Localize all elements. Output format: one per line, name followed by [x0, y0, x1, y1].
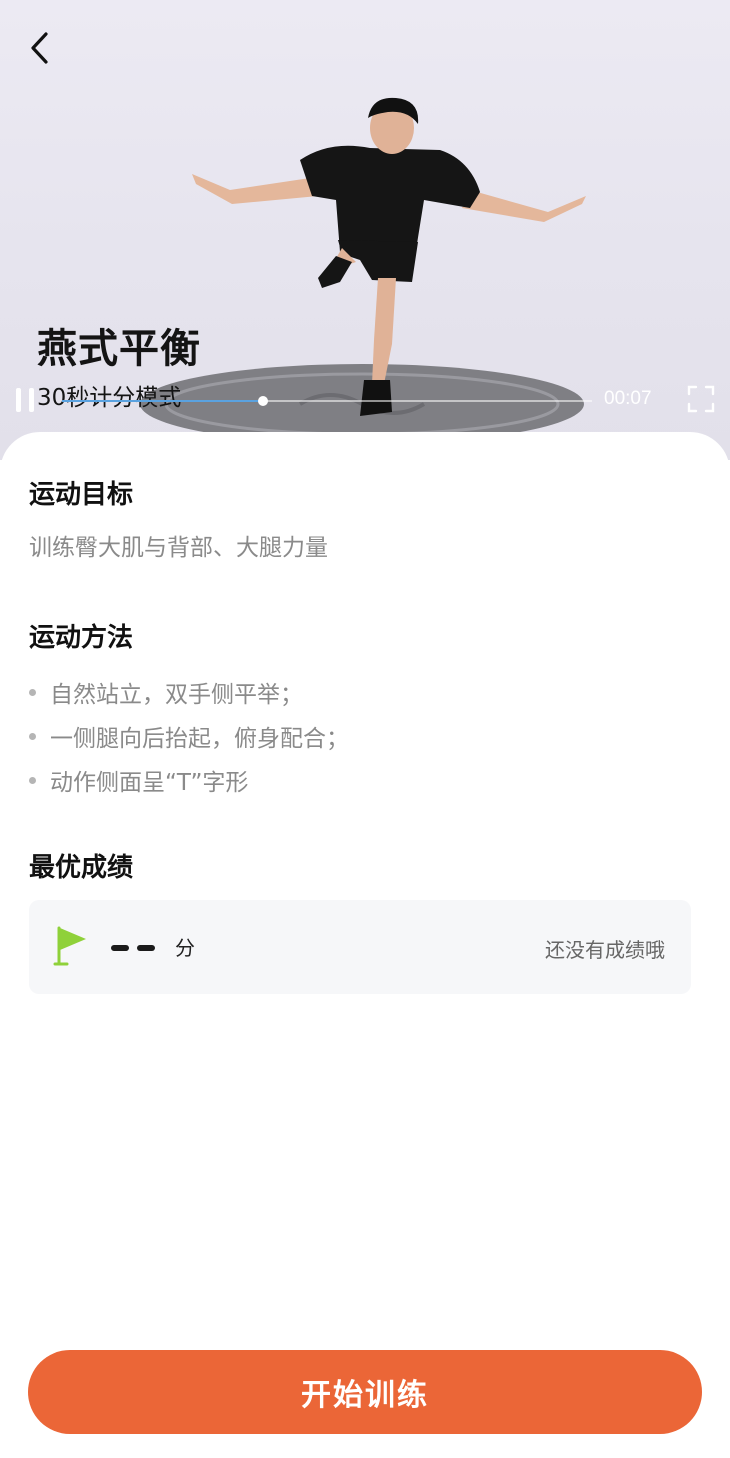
flag-icon	[53, 926, 86, 966]
method-item: 一侧腿向后抬起，俯身配合；	[29, 714, 349, 758]
content-sheet: 运动目标 训练臀大肌与背部、大腿力量 运动方法 自然站立，双手侧平举； 一侧腿向…	[0, 432, 730, 1458]
video-player[interactable]: 燕式平衡 30秒计分模式 00:07	[0, 0, 730, 460]
best-score-heading: 最优成绩	[29, 853, 134, 883]
goal-heading: 运动目标	[29, 480, 134, 510]
method-list: 自然站立，双手侧平举； 一侧腿向后抬起，俯身配合； 动作侧面呈“T”字形	[29, 670, 349, 802]
no-score-text: 还没有成绩哦	[545, 938, 665, 962]
method-item-text: 一侧腿向后抬起，俯身配合；	[50, 726, 349, 752]
progress-fill	[62, 400, 264, 402]
goal-text: 训练臀大肌与背部、大腿力量	[29, 535, 328, 561]
video-time: 00:07	[604, 388, 652, 409]
bullet-dot	[29, 732, 36, 740]
exercise-mode: 30秒计分模式	[37, 385, 182, 411]
pause-icon	[16, 388, 21, 412]
progress-bar[interactable]	[62, 396, 592, 406]
method-item-text: 自然站立，双手侧平举；	[50, 682, 303, 708]
pause-button[interactable]	[16, 386, 44, 414]
bullet-dot	[29, 688, 36, 696]
method-heading: 运动方法	[29, 623, 134, 653]
back-arrow-icon	[31, 32, 48, 64]
back-button[interactable]	[22, 30, 58, 66]
method-item: 自然站立，双手侧平举；	[29, 670, 349, 714]
score-placeholder	[111, 945, 155, 951]
bullet-dot	[29, 776, 36, 784]
fullscreen-button[interactable]	[686, 384, 716, 414]
method-item: 动作侧面呈“T”字形	[29, 758, 349, 802]
fullscreen-icon	[687, 385, 715, 413]
score-unit: 分	[175, 936, 195, 960]
best-score-card: 分 还没有成绩哦	[29, 900, 691, 994]
exercise-title: 燕式平衡	[37, 326, 201, 372]
start-training-button[interactable]: 开始训练	[28, 1350, 702, 1434]
method-item-text: 动作侧面呈“T”字形	[50, 770, 249, 796]
